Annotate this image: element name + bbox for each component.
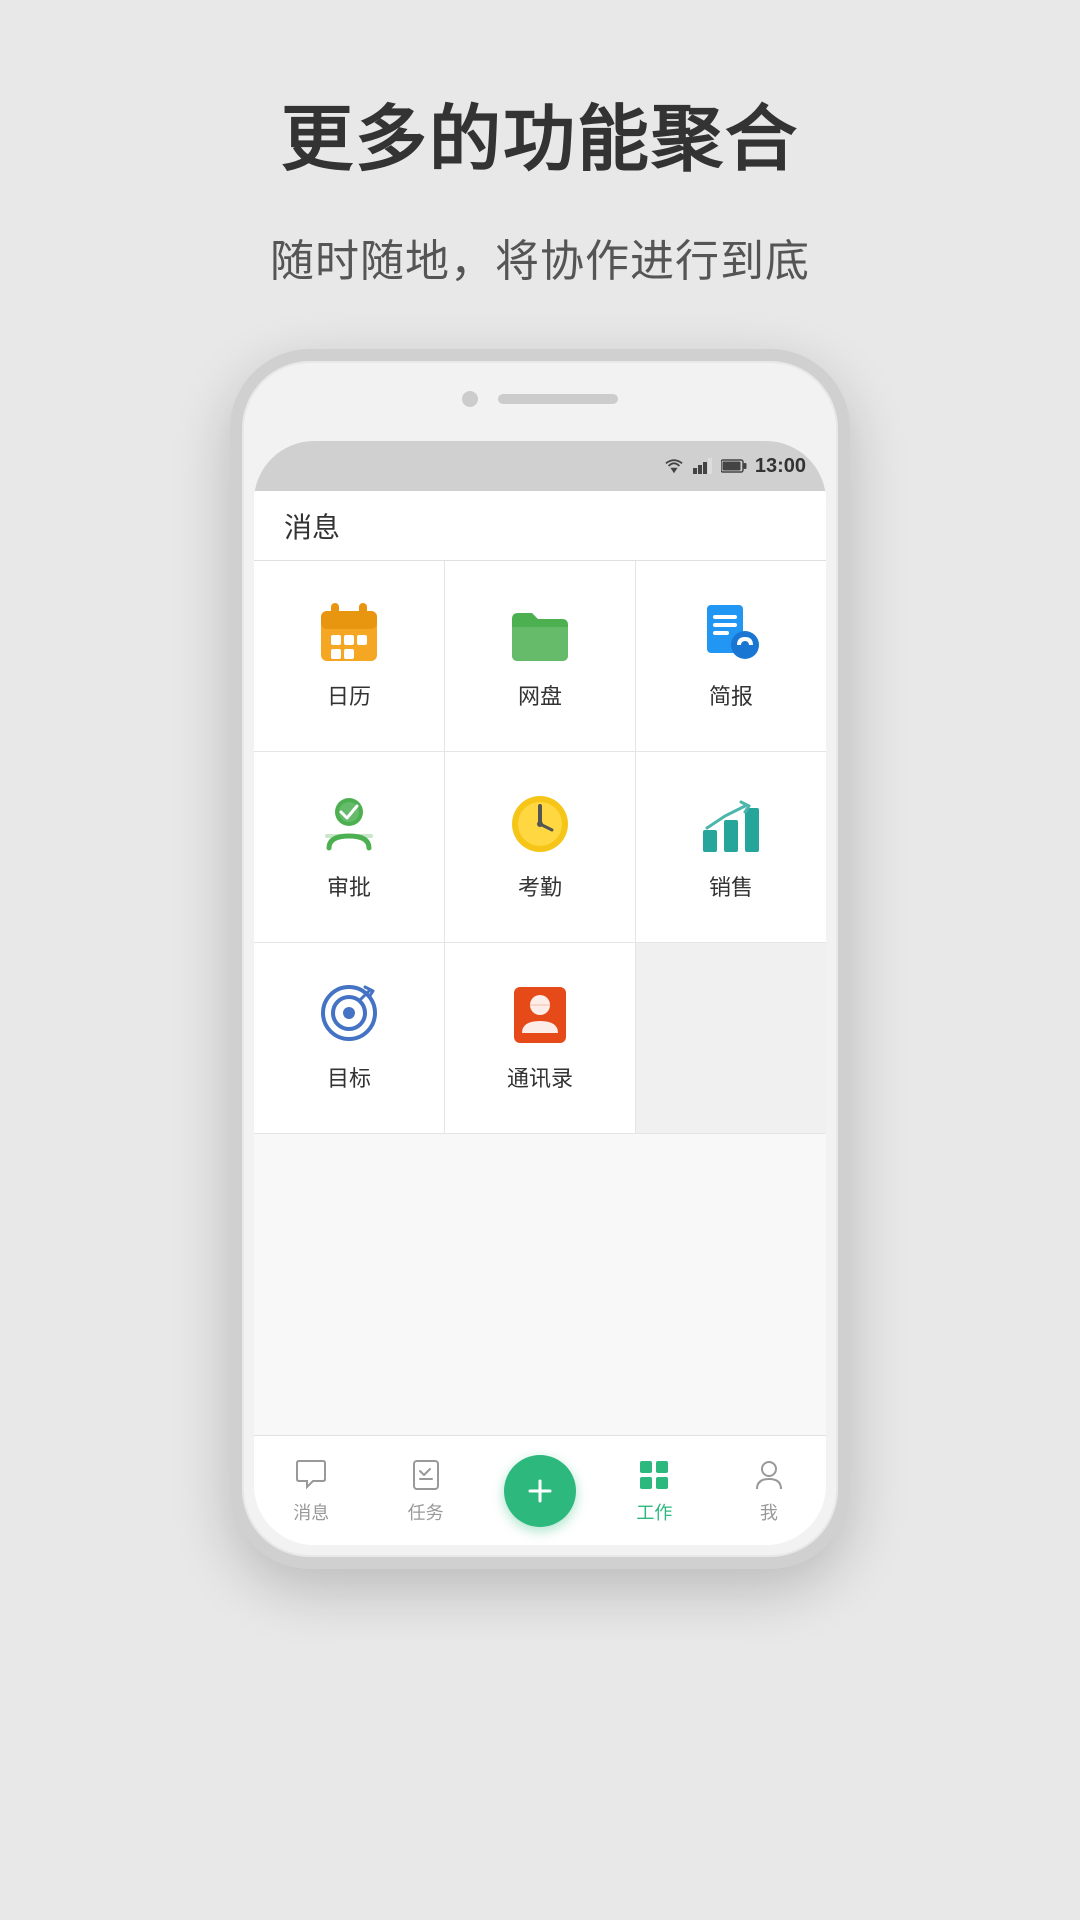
target-label: 目标: [327, 1061, 371, 1093]
folder-icon: [508, 601, 572, 665]
phone-speaker: [498, 394, 618, 404]
approve-icon: [317, 792, 381, 856]
folder-label: 网盘: [518, 679, 562, 711]
bottom-nav: 消息 任务: [254, 1435, 826, 1545]
nav-item-message[interactable]: 消息: [254, 1457, 368, 1525]
grid-row-1: 日历 网盘: [254, 561, 826, 752]
approve-label: 审批: [327, 870, 371, 902]
grid-cell-target[interactable]: 目标: [254, 943, 445, 1133]
app-header-title: 消息: [284, 506, 340, 546]
nav-item-profile[interactable]: 我: [712, 1457, 826, 1525]
task-nav-label: 任务: [408, 1499, 444, 1525]
profile-nav-label: 我: [760, 1499, 778, 1525]
nav-item-plus[interactable]: [483, 1455, 597, 1527]
work-nav-label: 工作: [636, 1499, 672, 1525]
page-title: 更多的功能聚合: [281, 80, 799, 185]
profile-nav-icon: [751, 1457, 787, 1493]
attendance-label: 考勤: [518, 870, 562, 902]
page-subtitle: 随时随地，将协作进行到底: [270, 225, 810, 289]
contacts-icon: [508, 983, 572, 1047]
grid-cell-approve[interactable]: 审批: [254, 752, 445, 942]
calendar-label: 日历: [327, 679, 371, 711]
grid-row-2: 审批 考勤: [254, 752, 826, 943]
phone-frame: 13:00 消息: [230, 349, 850, 1569]
grid-cell-folder[interactable]: 网盘: [445, 561, 636, 751]
wifi-icon: [663, 457, 685, 475]
target-icon: [317, 983, 381, 1047]
attendance-icon: [508, 792, 572, 856]
phone-camera: [462, 391, 478, 407]
work-nav-icon: [636, 1457, 672, 1493]
task-nav-icon: [408, 1457, 444, 1493]
grid-cell-sales[interactable]: 销售: [636, 752, 826, 942]
contacts-label: 通讯录: [507, 1061, 573, 1093]
grid-cell-contacts[interactable]: 通讯录: [445, 943, 636, 1133]
nav-item-work[interactable]: 工作: [597, 1457, 711, 1525]
phone-mockup: 13:00 消息: [230, 349, 850, 1569]
report-icon: [699, 601, 763, 665]
grid-content: 日历 网盘: [254, 561, 826, 1435]
app-header: 消息: [254, 491, 826, 561]
grid-row-3: 目标 通讯录: [254, 943, 826, 1134]
signal-icon: [693, 457, 713, 475]
sales-icon: [699, 792, 763, 856]
nav-item-task[interactable]: 任务: [368, 1457, 482, 1525]
grid-cell-attendance[interactable]: 考勤: [445, 752, 636, 942]
phone-screen: 13:00 消息: [254, 441, 826, 1545]
grid-cell-report[interactable]: 简报: [636, 561, 826, 751]
phone-notch: [462, 391, 618, 407]
status-time: 13:00: [755, 455, 806, 478]
battery-icon: [721, 458, 747, 474]
report-label: 简报: [709, 679, 753, 711]
message-nav-label: 消息: [293, 1499, 329, 1525]
sales-label: 销售: [709, 870, 753, 902]
phone-side-button: [844, 581, 850, 661]
status-bar: 13:00: [254, 441, 826, 491]
plus-icon: [522, 1473, 558, 1509]
message-nav-icon: [293, 1457, 329, 1493]
calendar-icon: [317, 601, 381, 665]
grid-cell-calendar[interactable]: 日历: [254, 561, 445, 751]
plus-button[interactable]: [504, 1455, 576, 1527]
grid-cell-empty: [636, 943, 826, 1133]
